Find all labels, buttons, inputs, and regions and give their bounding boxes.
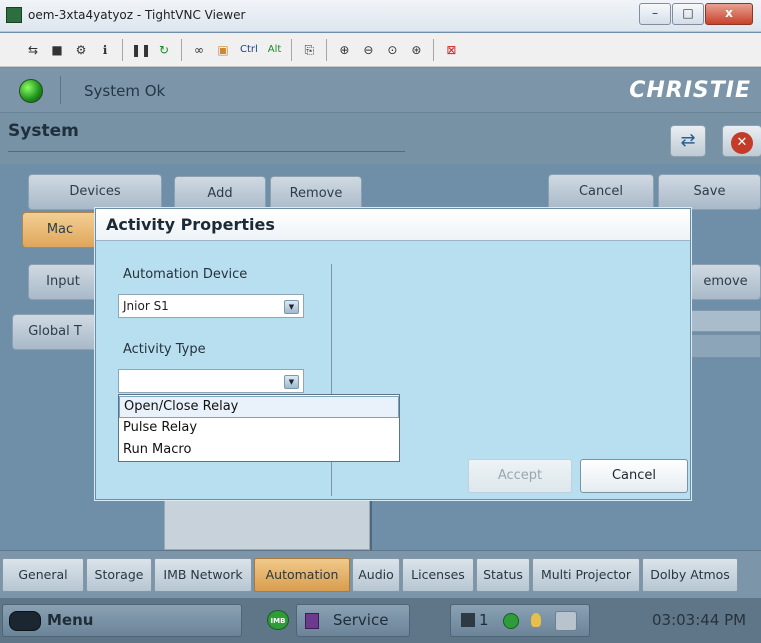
tab-general[interactable]: General	[2, 558, 84, 592]
refresh-icon[interactable]: ↻	[155, 41, 173, 59]
ctrl-alt-del-icon[interactable]: ∞	[190, 41, 208, 59]
save-icon[interactable]: ■	[48, 41, 66, 59]
remove-button[interactable]: Remove	[270, 176, 362, 212]
maximize-button[interactable]: □	[672, 3, 704, 25]
toolbar-divider	[326, 38, 328, 61]
side-tab-devices[interactable]: Devices	[28, 174, 162, 210]
drive-icon	[461, 613, 475, 627]
alt-key-toggle[interactable]: Alt	[266, 44, 284, 55]
activity-type-label: Activity Type	[123, 342, 206, 357]
list-row	[690, 334, 761, 358]
tab-licenses[interactable]: Licenses	[402, 558, 474, 592]
chevron-down-icon[interactable]: ▼	[284, 300, 299, 314]
clock-text: 03:03:44 PM	[652, 611, 747, 629]
zoom-in-icon[interactable]: ⊕	[335, 41, 353, 59]
christie-logo: CHRISTIE	[629, 78, 751, 103]
window-controls: – □ x	[639, 3, 753, 25]
side-tab-global[interactable]: Global T	[12, 314, 98, 350]
tab-dolby-atmos[interactable]: Dolby Atmos	[642, 558, 738, 592]
activity-properties-dialog: Activity Properties Automation Device Jn…	[95, 208, 691, 500]
page-title: System	[8, 121, 79, 141]
power-icon	[503, 613, 519, 629]
toolbar-divider	[122, 38, 123, 61]
tab-multi-projector[interactable]: Multi Projector	[532, 558, 640, 592]
close-page-button[interactable]: ✕	[722, 125, 761, 157]
dialog-title: Activity Properties	[106, 215, 275, 234]
tab-storage[interactable]: Storage	[86, 558, 152, 592]
tool-icon	[555, 611, 577, 631]
lamp-icon	[531, 613, 541, 627]
service-label: Service	[333, 611, 389, 629]
option-run-macro[interactable]: Run Macro	[119, 440, 399, 462]
pane-divider	[370, 500, 372, 550]
tab-automation[interactable]: Automation	[254, 558, 350, 592]
toolbar-divider	[291, 38, 293, 61]
save-button[interactable]: Save	[658, 174, 761, 210]
option-pulse-relay[interactable]: Pulse Relay	[119, 418, 399, 440]
accept-button[interactable]: Accept	[468, 459, 572, 493]
tab-audio[interactable]: Audio	[352, 558, 400, 592]
window-title: oem-3xta4yatyoz - TightVNC Viewer	[28, 8, 246, 22]
options-icon[interactable]: ⚙	[72, 41, 90, 59]
title-underline	[8, 151, 405, 152]
window-titlebar: oem-3xta4yatyoz - TightVNC Viewer – □ x	[0, 0, 761, 32]
clipboard-icon[interactable]: ⎘	[300, 41, 318, 59]
toolbar-divider	[433, 38, 435, 61]
add-button[interactable]: Add	[174, 176, 266, 212]
menu-label: Menu	[47, 611, 94, 629]
activity-type-dropdown: Open/Close Relay Pulse Relay Run Macro	[118, 394, 400, 462]
imb-badge-icon: IMB	[267, 610, 289, 630]
projector-icon	[9, 611, 41, 631]
minimize-button[interactable]: –	[639, 3, 671, 25]
dialog-header: Activity Properties	[96, 209, 690, 241]
automation-device-label: Automation Device	[123, 267, 248, 282]
vnc-app-icon	[6, 7, 22, 23]
automation-device-value: Jnior S1	[123, 299, 169, 313]
footer-bar: Menu IMB Service 1 03:03:44 PM	[0, 598, 761, 643]
new-connection-icon[interactable]: ⇆	[24, 41, 42, 59]
toolbar-divider	[181, 38, 182, 61]
tab-status[interactable]: Status	[476, 558, 530, 592]
list-panel	[164, 500, 370, 550]
zoom-100-icon[interactable]: ⊙	[383, 41, 401, 59]
cancel-edit-button[interactable]: Cancel	[548, 174, 654, 210]
remove-right-button[interactable]: emove	[690, 264, 761, 300]
option-open-close-relay[interactable]: Open/Close Relay	[119, 396, 399, 418]
close-red-icon: ✕	[731, 132, 753, 154]
fullscreen-icon[interactable]: ⊠	[442, 41, 460, 59]
zoom-out-icon[interactable]: ⊖	[359, 41, 377, 59]
status-ok-icon	[19, 79, 43, 103]
tab-imb-network[interactable]: IMB Network	[154, 558, 252, 592]
status-header: System Ok CHRISTIE	[0, 68, 761, 112]
system-status-text: System Ok	[84, 82, 166, 100]
vnc-toolbar: ⇆ ■ ⚙ ℹ ❚❚ ↻ ∞ ▣ Ctrl Alt ⎘ ⊕ ⊖ ⊙ ⊛ ⊠	[0, 33, 761, 67]
drive-count: 1	[479, 611, 489, 629]
zoom-fit-icon[interactable]: ⊛	[407, 41, 425, 59]
activity-type-select[interactable]: ▼	[118, 369, 304, 393]
dialog-cancel-button[interactable]: Cancel	[580, 459, 688, 493]
service-button[interactable]: Service	[296, 604, 410, 637]
side-tab-input[interactable]: Input	[28, 264, 98, 300]
info-icon[interactable]: ℹ	[96, 41, 114, 59]
chevron-down-icon[interactable]: ▼	[284, 375, 299, 389]
side-tab-macros[interactable]: Mac	[22, 212, 98, 248]
header-divider	[60, 76, 61, 104]
section-header: System ⇄ ✕	[0, 112, 761, 164]
bottom-tab-bar: General Storage IMB Network Automation A…	[0, 550, 761, 598]
service-icon	[305, 613, 319, 629]
win-key-icon[interactable]: ▣	[214, 41, 232, 59]
close-window-button[interactable]: x	[705, 3, 753, 25]
ctrl-key-toggle[interactable]: Ctrl	[238, 44, 260, 55]
menu-button[interactable]: Menu	[2, 604, 242, 637]
automation-device-select[interactable]: Jnior S1 ▼	[118, 294, 304, 318]
refresh-button[interactable]: ⇄	[670, 125, 706, 157]
pause-icon[interactable]: ❚❚	[131, 41, 151, 59]
list-row	[690, 310, 761, 332]
status-indicators: 1	[450, 604, 590, 637]
